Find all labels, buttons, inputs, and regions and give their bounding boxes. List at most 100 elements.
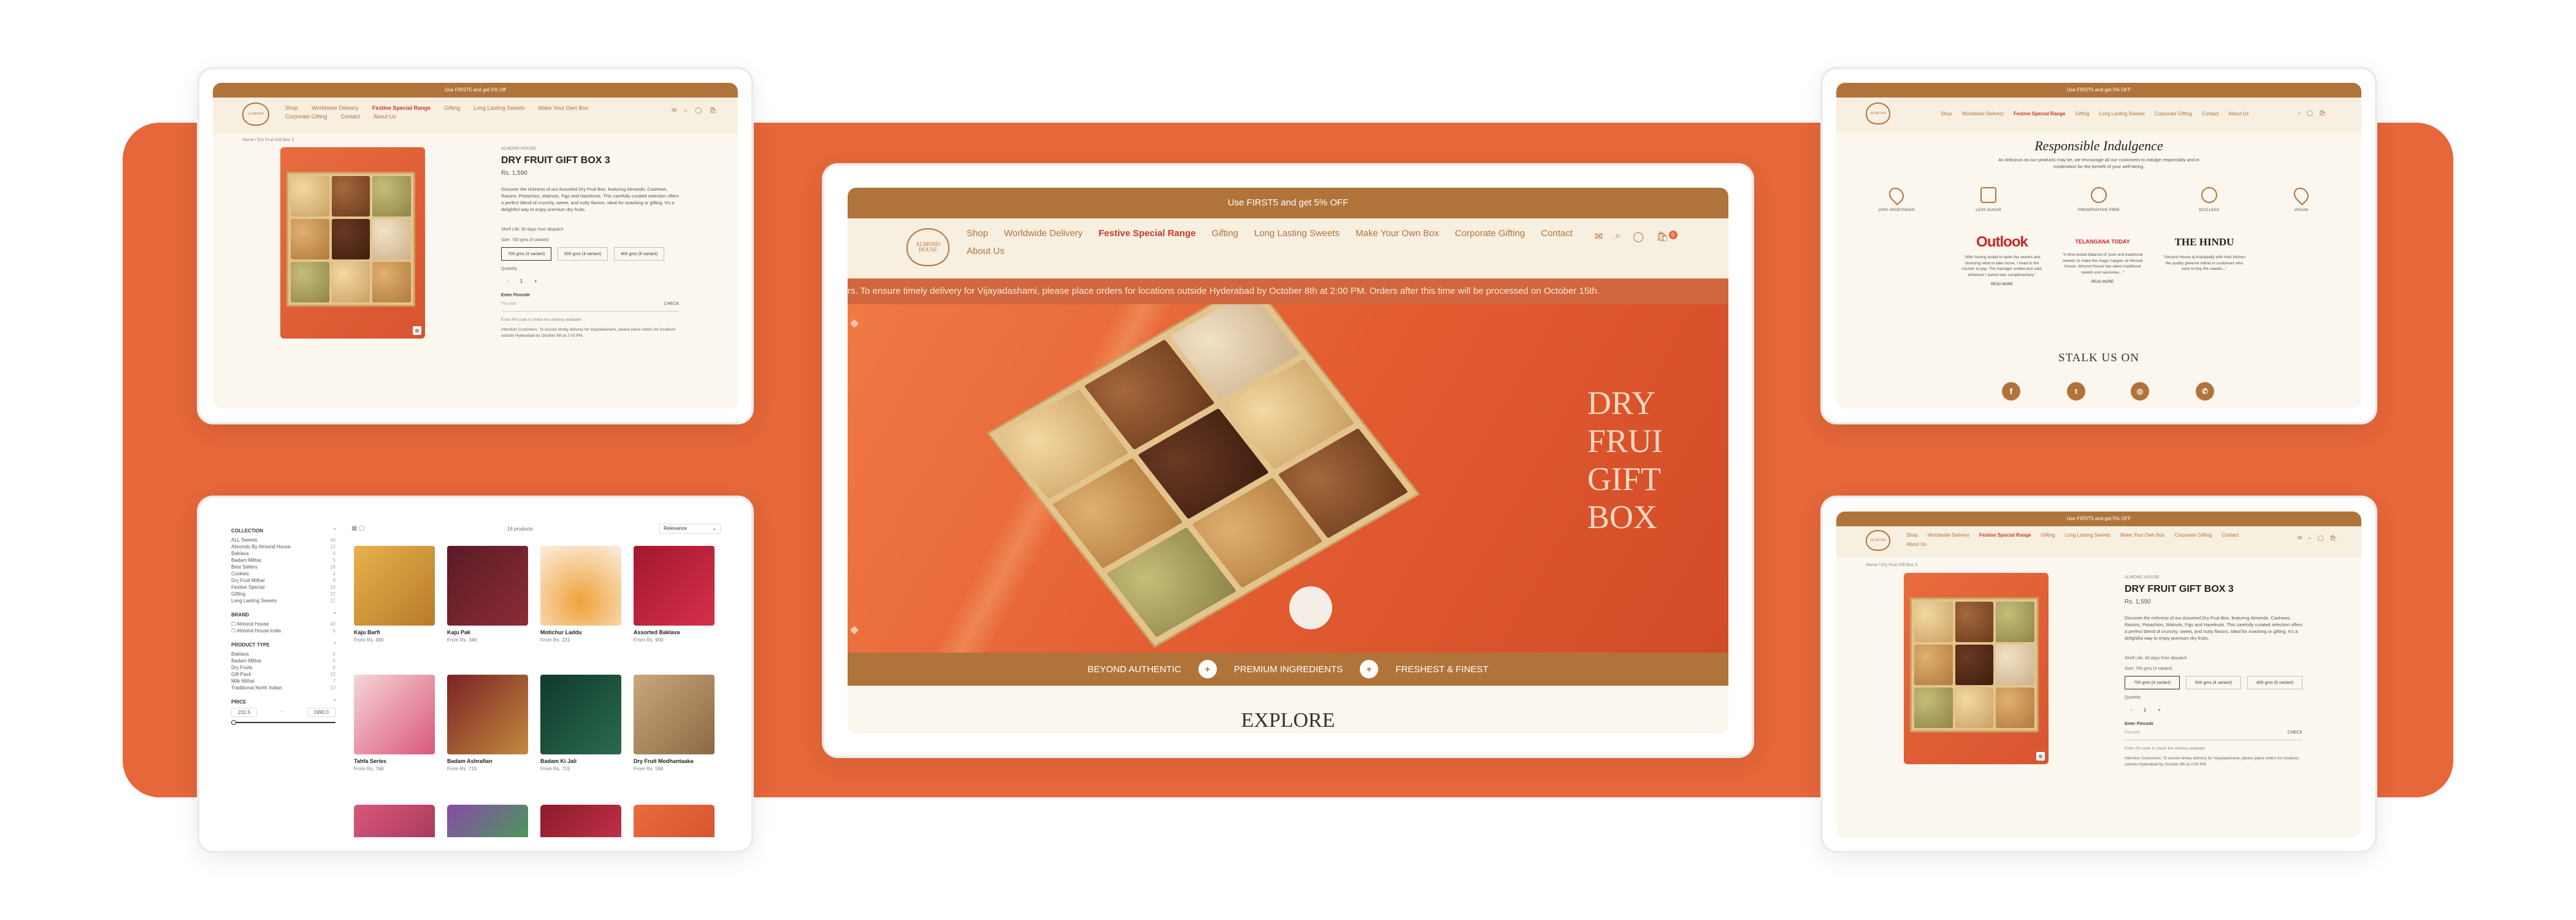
product-thumbnail[interactable] [447, 805, 528, 837]
read-more-link[interactable]: READ MORE [2060, 280, 2145, 284]
whatsapp-icon[interactable]: ✆ [2196, 382, 2214, 401]
grid-view-toggle[interactable]: ▦ ▢ [351, 525, 365, 532]
check-button[interactable]: CHECK [664, 302, 679, 311]
product-card[interactable]: Tahfa Series From Rs. 768 [354, 675, 435, 772]
chevron-up-icon[interactable]: ˆ [334, 699, 335, 705]
instagram-icon[interactable]: ◎ [2131, 382, 2149, 401]
breadcrumb[interactable]: Home / Dry Fruit Gift Box 3 [1866, 563, 1917, 567]
filter-item[interactable]: Dry Fruit Mithai 9 [231, 577, 335, 584]
nav-long-lasting[interactable]: Long Lasting Sweets [2099, 111, 2145, 117]
product-card[interactable]: Kaju Pak From Rs. 346 [447, 546, 528, 643]
product-card[interactable]: Motichur Laddu From Rs. 231 [540, 546, 621, 643]
cart-icon[interactable]: 🛍 [2319, 110, 2326, 117]
product-image[interactable]: ⊕ [1904, 573, 2049, 764]
filter-item[interactable]: Almonds By Almond House 12 [231, 543, 335, 550]
nav-gifting[interactable]: Gifting [1212, 228, 1238, 239]
qty-plus-button[interactable]: + [534, 278, 537, 284]
site-logo[interactable]: ALMOND [1866, 102, 1890, 125]
price-slider[interactable] [231, 720, 335, 725]
nav-contact[interactable]: Contact [1541, 228, 1573, 239]
search-icon[interactable]: ⌕ [684, 107, 688, 114]
filter-item[interactable]: Dry Fruits 8 [231, 664, 335, 671]
quantity-stepper[interactable]: - 1 + [501, 275, 543, 286]
quantity-stepper[interactable]: - 1 + [2125, 704, 2166, 715]
nav-festive[interactable]: Festive Special Range [1098, 228, 1195, 239]
nav-gifting[interactable]: Gifting [2041, 532, 2055, 538]
nav-gifting[interactable]: Gifting [2076, 111, 2090, 117]
filter-item[interactable]: Gifting 22 [231, 591, 335, 597]
nav-make-box[interactable]: Make Your Own Box [2120, 532, 2164, 538]
check-button[interactable]: CHECK [2287, 730, 2302, 740]
price-to-field[interactable]: 1990.0 [307, 708, 335, 717]
nav-corporate[interactable]: Corporate Gifting [285, 113, 328, 120]
qty-plus-button[interactable]: + [2158, 707, 2161, 713]
size-option-2[interactable]: 500 gms (4 variant) [2186, 676, 2241, 689]
nav-about[interactable]: About Us [1906, 542, 1926, 547]
pincode-field[interactable]: Pincode CHECK [501, 302, 679, 312]
site-logo[interactable]: ALMOND HOUSE [907, 228, 949, 266]
product-card[interactable]: Kaju Barfi From Rs. 490 [354, 546, 435, 643]
prev-slide-arrow[interactable]: ◆ [850, 316, 859, 329]
site-logo[interactable]: ALMOND [242, 102, 269, 126]
product-thumbnail[interactable] [354, 805, 435, 837]
nav-about[interactable]: About Us [967, 246, 1005, 256]
chevron-up-icon[interactable]: ˆ [334, 642, 335, 648]
product-card[interactable]: Badam Ki Jali From Rs. 715 [540, 675, 621, 772]
product-card[interactable]: Badam Ashrafian From Rs. 715 [447, 675, 528, 772]
nav-shop[interactable]: Shop [967, 228, 988, 239]
nav-long-lasting[interactable]: Long Lasting Sweets [473, 105, 525, 111]
nav-worldwide[interactable]: Worldwide Delivery [1928, 532, 1969, 538]
account-icon[interactable]: ◯ [2318, 535, 2324, 542]
product-thumbnail[interactable] [540, 805, 621, 837]
nav-corporate[interactable]: Corporate Gifting [2174, 532, 2212, 538]
read-more-link[interactable]: READ MORE [1959, 283, 2045, 286]
cart-icon[interactable]: 🛍 0 [1656, 231, 1677, 243]
size-option-1[interactable]: 700 gms (4 variant) [2125, 676, 2180, 689]
nav-long-lasting[interactable]: Long Lasting Sweets [1254, 228, 1340, 239]
nav-gifting[interactable]: Gifting [444, 105, 460, 111]
nav-contact[interactable]: Contact [2202, 111, 2219, 117]
account-icon[interactable]: ◯ [695, 107, 702, 114]
filter-item[interactable]: Long Lasting Sweets 11 [231, 597, 335, 604]
brand-checkbox[interactable]: ☐ Almond House 40 [231, 621, 335, 627]
filter-item[interactable]: Best Sellers 18 [231, 564, 335, 570]
zoom-icon[interactable]: ⊕ [2036, 752, 2045, 761]
nav-shop[interactable]: Shop [1906, 532, 1918, 538]
nav-long-lasting[interactable]: Long Lasting Sweets [2065, 532, 2110, 538]
filter-item[interactable]: Baklava 6 [231, 651, 335, 657]
product-thumbnail[interactable] [634, 805, 715, 837]
nav-make-box[interactable]: Make Your Own Box [1355, 228, 1439, 239]
site-logo[interactable]: ALMOND [1866, 530, 1890, 551]
size-option-3[interactable]: 400 gms (6 variant) [2247, 676, 2302, 689]
chevron-up-icon[interactable]: ˆ [334, 527, 335, 534]
breadcrumb[interactable]: Home / Dry Fruit Gift Box 3 [242, 138, 294, 142]
nav-contact[interactable]: Contact [2221, 532, 2239, 538]
price-from-field[interactable]: 231.5 [231, 708, 258, 717]
zoom-icon[interactable]: ⊕ [413, 326, 421, 335]
nav-contact[interactable]: Contact [341, 113, 360, 120]
filter-item[interactable]: Gift Pack 10 [231, 671, 335, 678]
product-image[interactable]: ⊕ [280, 147, 425, 339]
nav-about[interactable]: About Us [2228, 111, 2248, 117]
nav-worldwide[interactable]: Worldwide Delivery [312, 105, 359, 111]
filter-item[interactable]: Festive Special 14 [231, 584, 335, 591]
nav-shop[interactable]: Shop [285, 105, 298, 111]
brand-checkbox[interactable]: ☐ Almond House India 6 [231, 627, 335, 634]
nav-festive[interactable]: Festive Special Range [2014, 111, 2065, 117]
filter-item[interactable]: Traditional North Indian 10 [231, 684, 335, 691]
sort-select[interactable]: Relevance ⌄ [659, 524, 721, 534]
size-option-2[interactable]: 500 gms (4 variant) [558, 247, 608, 261]
product-card[interactable]: Dry Fruit Modhantaaka From Rs. 566 [634, 675, 715, 772]
qty-minus-button[interactable]: - [2130, 707, 2132, 713]
size-option-1[interactable]: 700 gms (4 variant) [501, 247, 551, 261]
nav-about[interactable]: About Us [374, 113, 396, 120]
filter-item[interactable]: Badam Mithai 5 [231, 557, 335, 564]
hero-banner[interactable]: DRY FRUI GIFT BOX ◆ ◆ [848, 304, 1728, 653]
cart-icon[interactable]: 🛍 [709, 107, 717, 114]
nav-worldwide[interactable]: Worldwide Delivery [1004, 228, 1083, 239]
cart-icon[interactable]: 🛍 [2330, 535, 2337, 542]
account-icon[interactable]: ◯ [2307, 110, 2313, 117]
search-icon[interactable]: ⌕ [2309, 535, 2312, 542]
filter-item[interactable]: Cookies 4 [231, 570, 335, 577]
mail-icon[interactable]: ✉ [672, 107, 677, 114]
